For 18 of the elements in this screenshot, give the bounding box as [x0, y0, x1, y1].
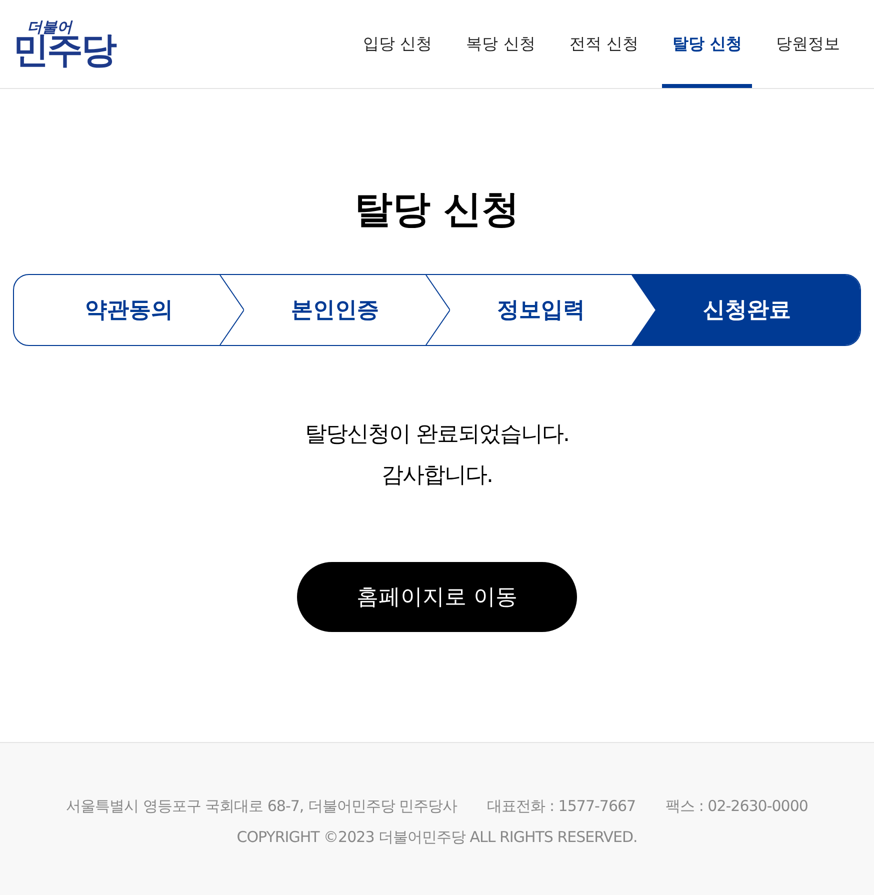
nav-link[interactable]: 복당 신청: [456, 0, 546, 88]
step-label: 정보입력: [497, 296, 585, 324]
step-label: 본인인증: [291, 296, 379, 324]
page-title: 탈당 신청: [354, 186, 520, 233]
copyright-text: COPYRIGHT ©2023 더불어민주당 ALL RIGHTS RESERVED.: [236, 826, 638, 848]
address-text: 서울특별시 영등포구 국회대로 68-7, 더불어민주당 민주당사: [66, 796, 458, 817]
home-button[interactable]: 홈페이지로 이동: [297, 562, 577, 632]
nav-link[interactable]: 입당 신청: [353, 0, 442, 88]
message-text: 감사합니다.: [382, 462, 492, 490]
fax-text: 팩스 : 02-2630-0000: [666, 796, 808, 817]
step-label: 신청완료: [703, 296, 791, 324]
nav-link[interactable]: 탈당 신청: [662, 0, 752, 88]
step-label: 약관동의: [85, 296, 173, 324]
logo-small-text: 더불어: [27, 20, 73, 34]
message-text: 탈당신청이 완료되었습니다.: [305, 421, 569, 449]
nav-link[interactable]: 전적 신청: [559, 0, 648, 88]
nav-link[interactable]: 당원정보: [766, 0, 850, 88]
phone-text: 대표전화 : 1577-7667: [487, 796, 636, 817]
